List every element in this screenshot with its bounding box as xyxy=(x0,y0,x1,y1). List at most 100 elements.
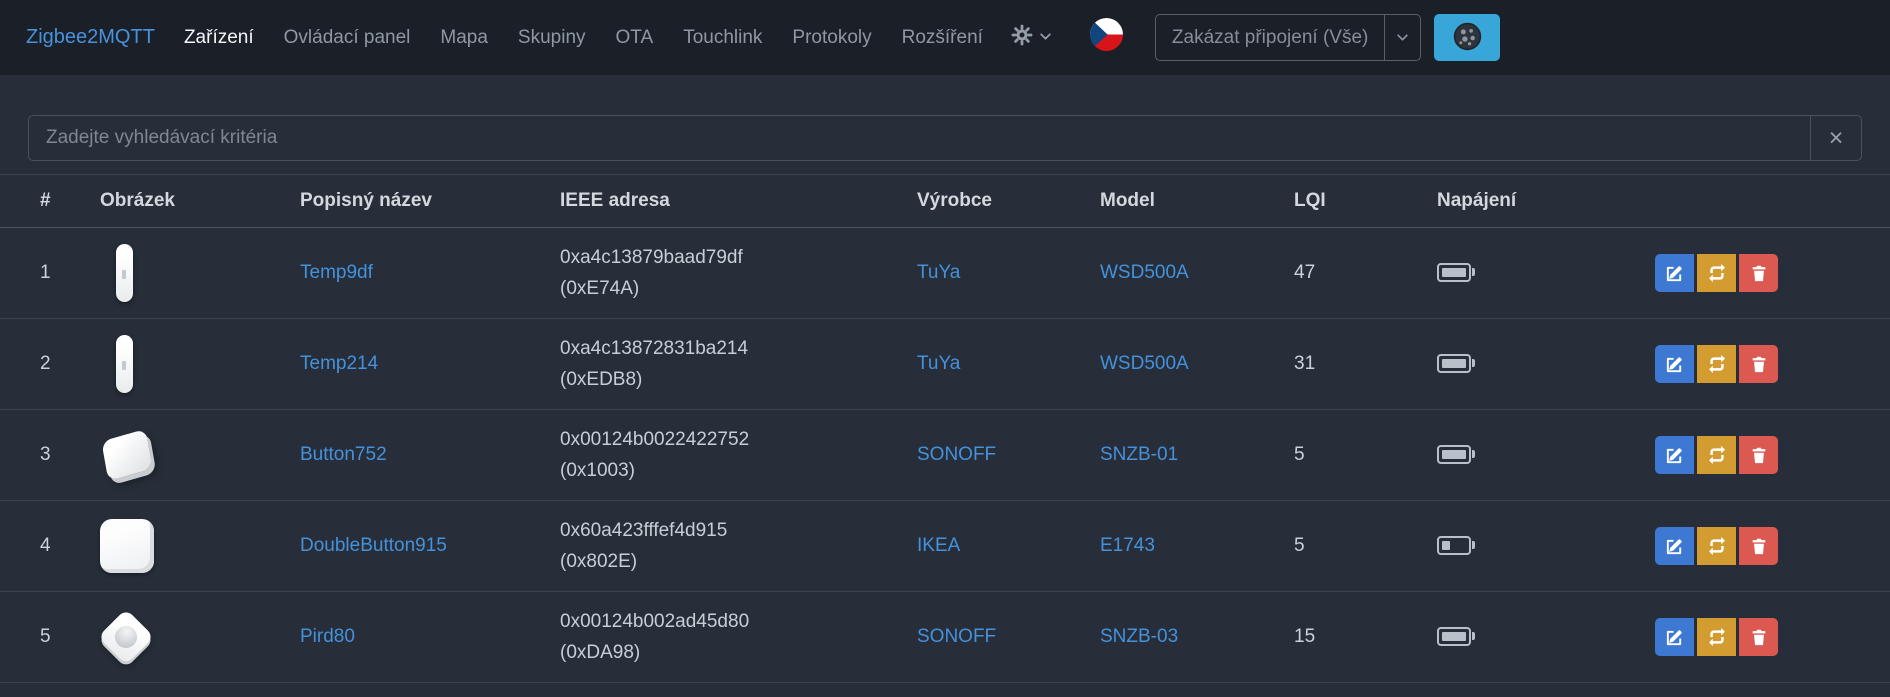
clear-search-button[interactable]: × xyxy=(1810,115,1862,161)
brand-link[interactable]: Zigbee2MQTT xyxy=(26,26,155,49)
battery-icon xyxy=(1437,536,1475,556)
network-address: (0xE74A) xyxy=(560,278,640,299)
header-lqi: LQI xyxy=(1294,190,1326,211)
device-image xyxy=(97,608,155,666)
model-link[interactable]: WSD500A xyxy=(1100,262,1189,283)
table-row: 1 Temp9df 0xa4c13879baad79df (0xE74A) Tu… xyxy=(0,228,1890,319)
permit-join-caret[interactable] xyxy=(1384,15,1420,60)
device-name-link[interactable]: Pird80 xyxy=(300,626,355,647)
vendor-link[interactable]: SONOFF xyxy=(917,444,996,465)
network-address: (0xDA98) xyxy=(560,642,641,663)
network-address: (0x1003) xyxy=(560,460,635,481)
table-header-row: # Obrázek Popisný název IEEE adresa Výro… xyxy=(0,174,1890,228)
model-link[interactable]: SNZB-03 xyxy=(1100,626,1178,647)
row-index: 2 xyxy=(40,353,51,374)
reconfigure-device-button[interactable] xyxy=(1697,436,1736,474)
rename-device-button[interactable] xyxy=(1655,527,1694,565)
ieee-address: 0x60a423fffef4d915 xyxy=(560,520,728,541)
gear-icon xyxy=(1010,23,1034,53)
device-name-link[interactable]: Button752 xyxy=(300,444,387,465)
row-index: 5 xyxy=(40,626,51,647)
remove-device-button[interactable] xyxy=(1739,345,1778,383)
ieee-address: 0x00124b002ad45d80 xyxy=(560,611,750,632)
devices-table: # Obrázek Popisný název IEEE adresa Výro… xyxy=(0,174,1890,683)
reconfigure-device-button[interactable] xyxy=(1697,527,1736,565)
network-address: (0x802E) xyxy=(560,551,638,572)
permit-join-selected-option: Zakázat připojení (Vše) xyxy=(1171,26,1369,48)
device-name-link[interactable]: Temp9df xyxy=(300,262,373,283)
lqi-value: 31 xyxy=(1294,353,1316,374)
device-name-link[interactable]: Temp214 xyxy=(300,353,378,374)
rename-device-button[interactable] xyxy=(1655,254,1694,292)
device-image xyxy=(101,428,153,482)
remove-device-button[interactable] xyxy=(1739,436,1778,474)
settings-menu-toggle[interactable] xyxy=(998,13,1064,63)
header-index: # xyxy=(40,190,51,211)
remove-device-button[interactable] xyxy=(1739,618,1778,656)
remove-device-button[interactable] xyxy=(1739,527,1778,565)
row-index: 3 xyxy=(40,444,51,465)
device-name-link[interactable]: DoubleButton915 xyxy=(300,535,447,556)
row-actions xyxy=(1655,618,1878,656)
nav-item-3[interactable]: Skupiny xyxy=(503,17,601,59)
device-image xyxy=(116,244,133,302)
vendor-link[interactable]: IKEA xyxy=(917,535,960,556)
lqi-value: 15 xyxy=(1294,626,1316,647)
row-actions xyxy=(1655,436,1878,474)
permit-join-select[interactable]: Zakázat připojení (Vše) xyxy=(1154,14,1422,61)
network-address: (0xEDB8) xyxy=(560,369,643,390)
model-link[interactable]: WSD500A xyxy=(1100,353,1189,374)
lqi-value: 5 xyxy=(1294,444,1305,465)
permit-join-controls: Zakázat připojení (Vše) xyxy=(1154,14,1501,61)
rename-device-button[interactable] xyxy=(1655,618,1694,656)
rename-device-button[interactable] xyxy=(1655,345,1694,383)
reconfigure-device-button[interactable] xyxy=(1697,345,1736,383)
battery-icon xyxy=(1437,627,1475,647)
battery-icon xyxy=(1437,354,1475,374)
chevron-down-icon xyxy=(1039,27,1052,49)
row-index: 4 xyxy=(40,535,51,556)
rename-device-button[interactable] xyxy=(1655,436,1694,474)
nav-item-5[interactable]: Touchlink xyxy=(668,17,777,59)
reconfigure-device-button[interactable] xyxy=(1697,618,1736,656)
device-image xyxy=(116,335,133,393)
search-bar: × xyxy=(0,75,1890,161)
header-power: Napájení xyxy=(1437,190,1517,211)
header-friendly-name: Popisný název xyxy=(300,190,432,211)
permit-join-icon xyxy=(1452,21,1483,55)
nav-item-7[interactable]: Rozšíření xyxy=(887,17,998,59)
permit-join-button[interactable] xyxy=(1434,14,1501,61)
ieee-address: 0xa4c13879baad79df xyxy=(560,247,743,268)
top-navbar: Zigbee2MQTT Zařízení Ovládací panel Mapa Sk… xyxy=(0,0,1890,75)
vendor-link[interactable]: TuYa xyxy=(917,262,960,283)
vendor-link[interactable]: SONOFF xyxy=(917,626,996,647)
header-vendor: Výrobce xyxy=(917,190,992,211)
vendor-link[interactable]: TuYa xyxy=(917,353,960,374)
table-row: 3 Button752 0x00124b0022422752 (0x1003) … xyxy=(0,410,1890,501)
ieee-address: 0xa4c13872831ba214 xyxy=(560,338,749,359)
model-link[interactable]: SNZB-01 xyxy=(1100,444,1178,465)
table-body: 1 Temp9df 0xa4c13879baad79df (0xE74A) Tu… xyxy=(0,228,1890,683)
nav-item-0[interactable]: Zařízení xyxy=(169,17,269,59)
reconfigure-device-button[interactable] xyxy=(1697,254,1736,292)
lqi-value: 5 xyxy=(1294,535,1305,556)
nav-item-2[interactable]: Mapa xyxy=(425,17,503,59)
czech-flag-icon xyxy=(1089,18,1123,57)
nav-item-1[interactable]: Ovládací panel xyxy=(269,17,426,59)
remove-device-button[interactable] xyxy=(1739,254,1778,292)
header-image: Obrázek xyxy=(100,190,175,211)
header-ieee-address: IEEE adresa xyxy=(560,190,670,211)
header-actions xyxy=(1621,175,1890,228)
row-actions xyxy=(1655,254,1878,292)
row-actions xyxy=(1655,345,1878,383)
model-link[interactable]: E1743 xyxy=(1100,535,1155,556)
battery-icon xyxy=(1437,263,1475,283)
device-image xyxy=(100,519,154,573)
search-input[interactable] xyxy=(28,115,1810,161)
language-switcher[interactable] xyxy=(1089,18,1123,57)
battery-icon xyxy=(1437,445,1475,465)
table-row: 2 Temp214 0xa4c13872831ba214 (0xEDB8) Tu… xyxy=(0,319,1890,410)
nav-item-4[interactable]: OTA xyxy=(601,17,669,59)
nav-item-6[interactable]: Protokoly xyxy=(777,17,886,59)
row-actions xyxy=(1655,527,1878,565)
